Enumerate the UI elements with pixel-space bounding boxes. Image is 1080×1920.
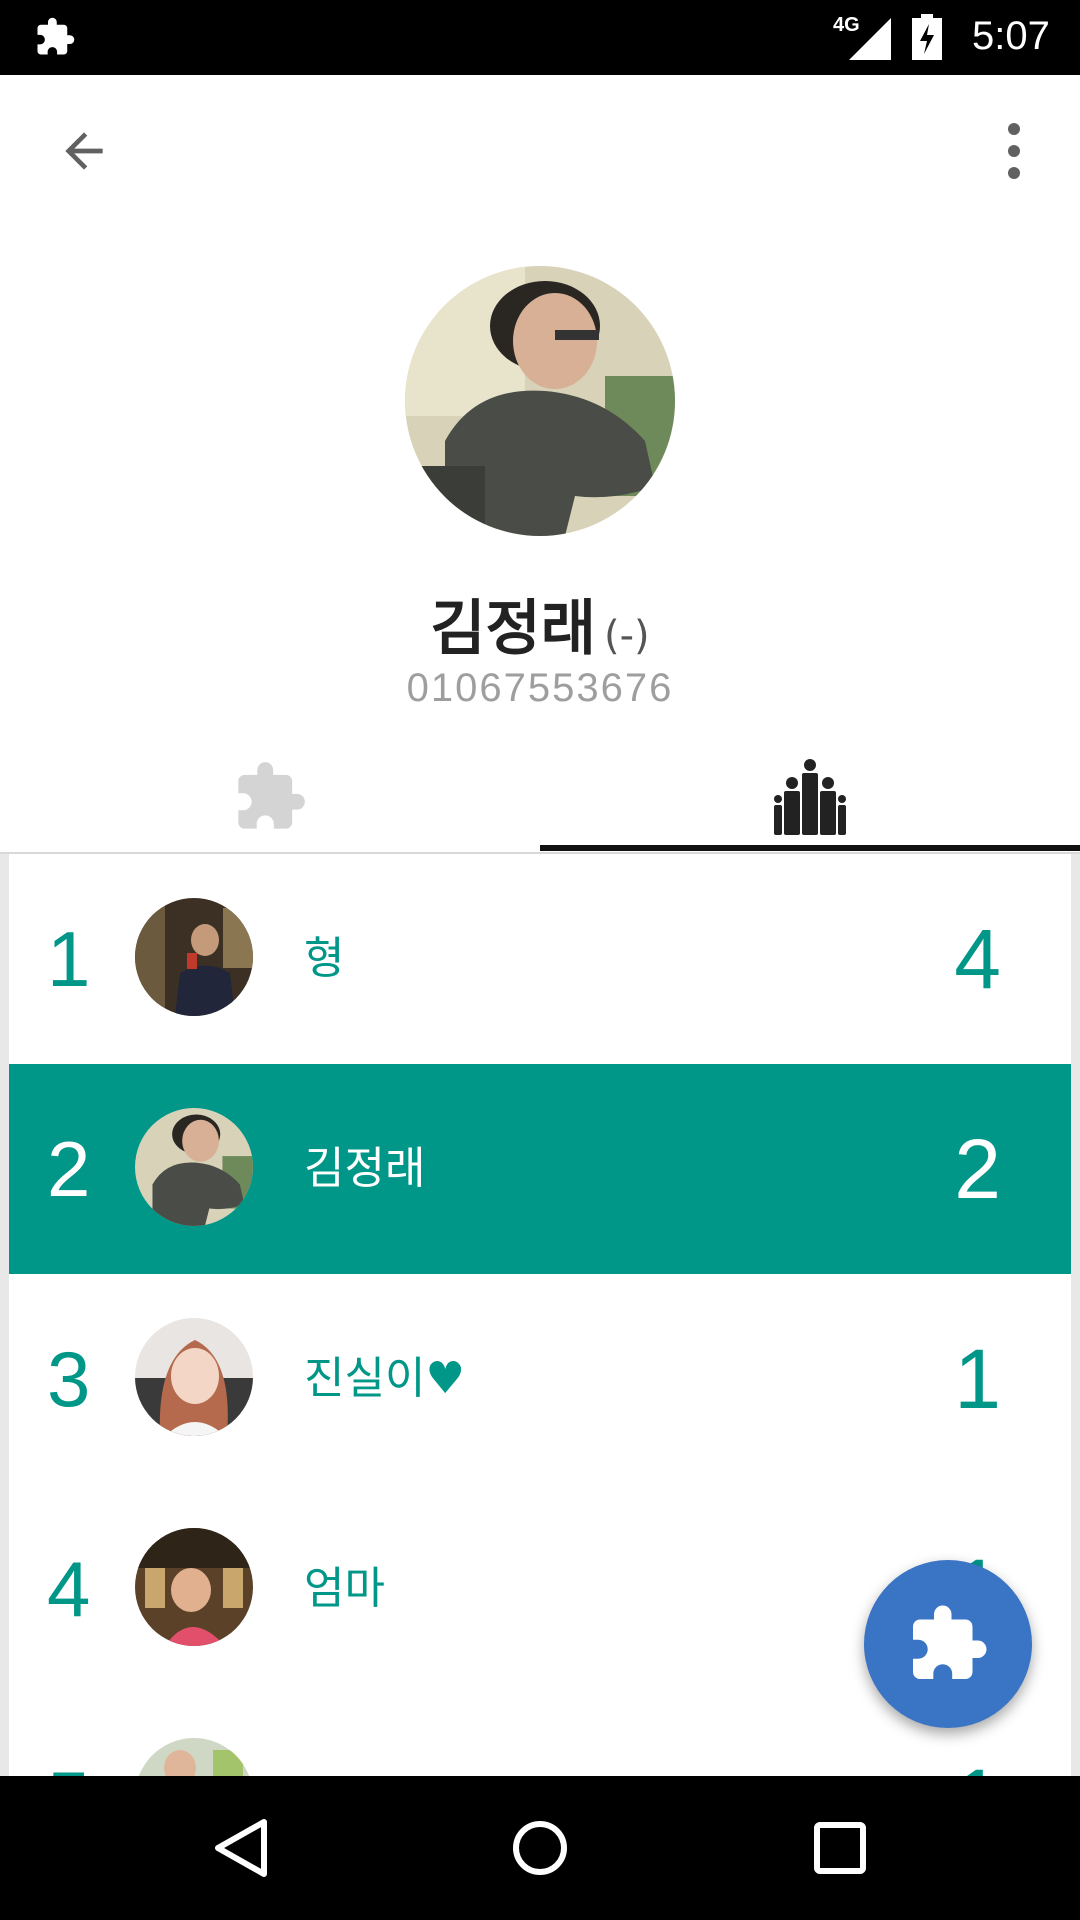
- list-item-current-user[interactable]: 2 김정래 2: [9, 1064, 1071, 1274]
- status-bar: 4G 5:07: [0, 0, 1080, 75]
- rank-number: 2: [47, 1125, 91, 1213]
- avatar-photo: [135, 1738, 253, 1776]
- nav-home-button[interactable]: [490, 1806, 590, 1890]
- profile-photo: [405, 266, 675, 536]
- clock: 5:07: [972, 14, 1050, 58]
- contact-name: 형: [304, 933, 345, 984]
- avatar-photo: [135, 1108, 253, 1226]
- puzzle-icon: [913, 1605, 987, 1679]
- avatar-photo: [135, 1528, 253, 1646]
- avatar: [135, 1318, 253, 1436]
- list-item[interactable]: 3 진실이♥ 1: [9, 1274, 1071, 1484]
- rank-number: 3: [47, 1335, 91, 1423]
- score: 2: [954, 1122, 1001, 1216]
- score: 1: [954, 1332, 1001, 1426]
- profile-name-text: 김정래: [430, 594, 596, 664]
- tab-puzzles[interactable]: [0, 742, 540, 852]
- tab-ranking[interactable]: [540, 742, 1080, 852]
- contact-name: 김정래: [304, 1143, 426, 1194]
- rank-number: 4: [47, 1545, 91, 1633]
- profile-avatar[interactable]: [405, 266, 675, 536]
- puzzle-icon: [238, 762, 305, 829]
- rank-number: 1: [47, 915, 91, 1003]
- arrow-back-icon: [65, 132, 103, 170]
- nav-recents-button[interactable]: [790, 1806, 890, 1890]
- avatar: [135, 1738, 253, 1776]
- list-edge-left: [0, 854, 9, 1776]
- more-options-button[interactable]: [990, 115, 1038, 187]
- profile-name: 김정래 (-): [0, 580, 1080, 667]
- avatar-photo: [135, 898, 253, 1016]
- score: 4: [954, 912, 1001, 1006]
- signal-icon: [849, 18, 891, 60]
- back-button[interactable]: [48, 115, 120, 187]
- tab-bar: [0, 742, 1080, 854]
- profile-phone: 01067553676: [406, 666, 674, 710]
- more-vert-icon: [1008, 123, 1020, 179]
- contact-name: 엄마: [304, 1563, 385, 1614]
- avatar: [135, 1528, 253, 1646]
- rank-number: 5: [47, 1694, 90, 1776]
- puzzle-icon: [37, 17, 75, 55]
- contact-name: 진실이♥: [304, 1353, 465, 1404]
- avatar-photo: [135, 1318, 253, 1436]
- nav-back-button[interactable]: [190, 1806, 290, 1890]
- nav-home-icon: [513, 1821, 567, 1875]
- system-nav-bar: [0, 1776, 1080, 1920]
- avatar: [135, 1108, 253, 1226]
- profile-name-suffix: (-): [603, 613, 650, 659]
- leaderboard-people-icon: [774, 759, 846, 835]
- tab-indicator: [540, 845, 1080, 851]
- avatar: [135, 898, 253, 1016]
- list-item[interactable]: 1 형 4: [9, 854, 1071, 1064]
- list-edge-right: [1071, 854, 1080, 1776]
- nav-back-icon: [215, 1819, 267, 1877]
- toolbar: [0, 75, 1080, 215]
- nav-recents-icon: [814, 1822, 866, 1874]
- new-puzzle-fab[interactable]: [864, 1560, 1032, 1728]
- battery-charging-icon: [912, 14, 942, 60]
